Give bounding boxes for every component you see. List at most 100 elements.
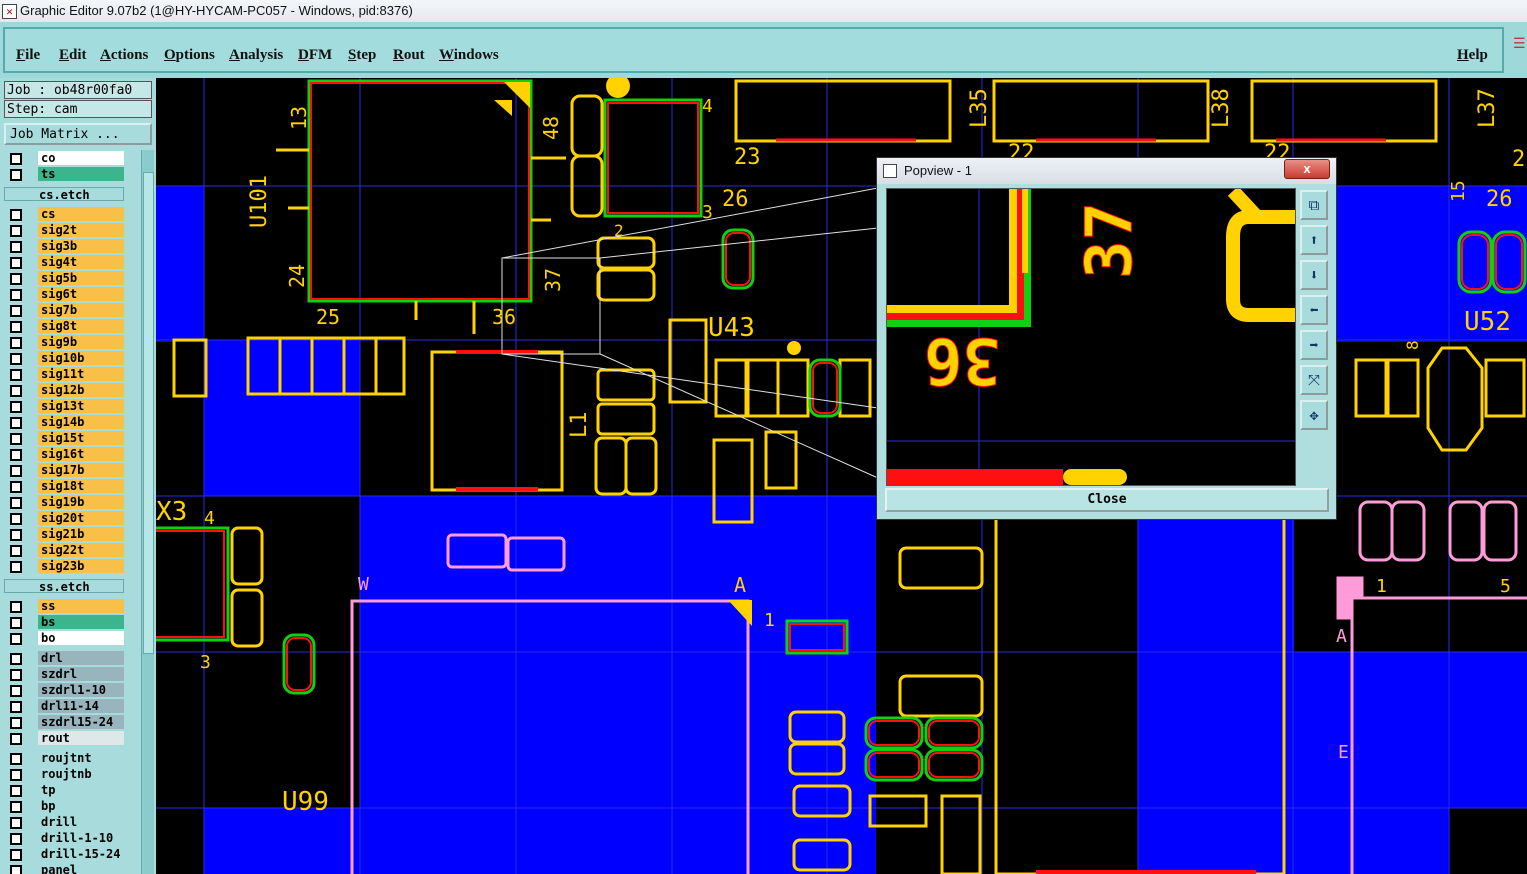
layer-checkbox[interactable] — [10, 865, 22, 874]
popview-close-x-button[interactable]: x — [1284, 159, 1330, 179]
layer-row-szdrl1-10[interactable]: szdrl1-10 — [4, 682, 128, 698]
layer-row-bs[interactable]: bs — [4, 614, 128, 630]
layer-row-sig12b[interactable]: sig12b — [4, 382, 128, 398]
menu-dfm[interactable]: DFM — [298, 47, 332, 64]
layer-row-ss-etch[interactable]: ss.etch — [4, 578, 128, 594]
layer-checkbox[interactable] — [10, 833, 22, 845]
layer-checkbox[interactable] — [10, 545, 22, 557]
layer-row-sig7b[interactable]: sig7b — [4, 302, 128, 318]
layer-checkbox[interactable] — [10, 601, 22, 613]
layer-checkbox[interactable] — [10, 801, 22, 813]
layer-checkbox[interactable] — [10, 337, 22, 349]
layer-row-sig9b[interactable]: sig9b — [4, 334, 128, 350]
layer-row-drill-1-10[interactable]: drill-1-10 — [4, 830, 128, 846]
layer-checkbox[interactable] — [10, 273, 22, 285]
layer-checkbox[interactable] — [10, 481, 22, 493]
layer-row-sig18t[interactable]: sig18t — [4, 478, 128, 494]
layer-checkbox[interactable] — [10, 653, 22, 665]
menu-windows[interactable]: Windows — [439, 47, 499, 64]
layer-row-drill-15-24[interactable]: drill-15-24 — [4, 846, 128, 862]
layer-row-sig8t[interactable]: sig8t — [4, 318, 128, 334]
layer-row-rout[interactable]: rout — [4, 730, 128, 746]
fit-icon[interactable]: ⤧ — [1300, 365, 1328, 395]
layer-row-sig6t[interactable]: sig6t — [4, 286, 128, 302]
layer-row-sig3b[interactable]: sig3b — [4, 238, 128, 254]
layer-checkbox[interactable] — [10, 353, 22, 365]
layer-row-sig17b[interactable]: sig17b — [4, 462, 128, 478]
layer-row-sig15t[interactable]: sig15t — [4, 430, 128, 446]
layer-row-cs[interactable]: cs — [4, 206, 128, 222]
layer-checkbox[interactable] — [10, 785, 22, 797]
layer-row-sig20t[interactable]: sig20t — [4, 510, 128, 526]
layer-checkbox[interactable] — [10, 685, 22, 697]
layer-checkbox[interactable] — [10, 209, 22, 221]
layer-row-sig23b[interactable]: sig23b — [4, 558, 128, 574]
menu-analysis[interactable]: Analysis — [229, 47, 283, 64]
pan-right-icon[interactable]: ➡ — [1300, 330, 1328, 360]
pan-up-icon[interactable]: ⬆ — [1300, 225, 1328, 255]
layer-checkbox[interactable] — [10, 529, 22, 541]
layer-row-sig13t[interactable]: sig13t — [4, 398, 128, 414]
layer-checkbox[interactable] — [10, 753, 22, 765]
pan-left-icon[interactable]: ⬅ — [1300, 295, 1328, 325]
popview-close-button[interactable]: Close — [885, 488, 1329, 512]
layer-row-szdrl[interactable]: szdrl — [4, 666, 128, 682]
menu-options[interactable]: Options — [164, 47, 215, 64]
layer-checkbox[interactable] — [10, 241, 22, 253]
layer-checkbox[interactable] — [10, 513, 22, 525]
layer-row-drl11-14[interactable]: drl11-14 — [4, 698, 128, 714]
layer-checkbox[interactable] — [10, 289, 22, 301]
layer-checkbox[interactable] — [10, 717, 22, 729]
layer-row-drill[interactable]: drill — [4, 814, 128, 830]
menu-help[interactable]: Help — [1457, 47, 1488, 64]
layer-row-sig14b[interactable]: sig14b — [4, 414, 128, 430]
layer-checkbox[interactable] — [10, 769, 22, 781]
popview-titlebar[interactable]: Popview - 1 x — [877, 158, 1336, 184]
layer-row-roujtnt[interactable]: roujtnt — [4, 750, 128, 766]
layer-row-roujtnb[interactable]: roujtnb — [4, 766, 128, 782]
layer-checkbox[interactable] — [10, 153, 22, 165]
scrollbar-thumb[interactable] — [143, 172, 154, 654]
layer-row-ss[interactable]: ss — [4, 598, 128, 614]
layer-checkbox[interactable] — [10, 417, 22, 429]
layer-row-sig11t[interactable]: sig11t — [4, 366, 128, 382]
layer-checkbox[interactable] — [10, 369, 22, 381]
layer-checkbox[interactable] — [10, 701, 22, 713]
layer-checkbox[interactable] — [10, 849, 22, 861]
layer-row-tp[interactable]: tp — [4, 782, 128, 798]
layer-row-sig5b[interactable]: sig5b — [4, 270, 128, 286]
menu-file[interactable]: File — [16, 47, 40, 64]
layer-row-bo[interactable]: bo — [4, 630, 128, 646]
layer-row-sig19b[interactable]: sig19b — [4, 494, 128, 510]
center-icon[interactable]: ✥ — [1300, 400, 1328, 430]
layer-scrollbar[interactable] — [141, 150, 154, 874]
layer-row-sig16t[interactable]: sig16t — [4, 446, 128, 462]
menu-edit[interactable]: Edit — [59, 47, 87, 64]
layer-checkbox[interactable] — [10, 321, 22, 333]
layer-row-sig2t[interactable]: sig2t — [4, 222, 128, 238]
layer-checkbox[interactable] — [10, 225, 22, 237]
layer-checkbox[interactable] — [10, 169, 22, 181]
layer-checkbox[interactable] — [10, 401, 22, 413]
layer-checkbox[interactable] — [10, 633, 22, 645]
layer-checkbox[interactable] — [10, 257, 22, 269]
layer-checkbox[interactable] — [10, 465, 22, 477]
layer-checkbox[interactable] — [10, 305, 22, 317]
menu-step[interactable]: Step — [348, 47, 376, 64]
layer-row-sig21b[interactable]: sig21b — [4, 526, 128, 542]
layer-row-co[interactable]: co — [4, 150, 128, 166]
layer-row-szdrl15-24[interactable]: szdrl15-24 — [4, 714, 128, 730]
menu-actions[interactable]: Actions — [100, 47, 148, 64]
layer-checkbox[interactable] — [10, 497, 22, 509]
layer-checkbox[interactable] — [10, 669, 22, 681]
zoom-window-icon[interactable]: ⧉ — [1300, 190, 1328, 220]
layer-checkbox[interactable] — [10, 817, 22, 829]
layer-row-drl[interactable]: drl — [4, 650, 128, 666]
layer-checkbox[interactable] — [10, 561, 22, 573]
pan-down-icon[interactable]: ⬇ — [1300, 260, 1328, 290]
layer-checkbox[interactable] — [10, 733, 22, 745]
layer-checkbox[interactable] — [10, 449, 22, 461]
layer-checkbox[interactable] — [10, 433, 22, 445]
layer-row-panel[interactable]: panel — [4, 862, 128, 874]
layer-row-sig4t[interactable]: sig4t — [4, 254, 128, 270]
